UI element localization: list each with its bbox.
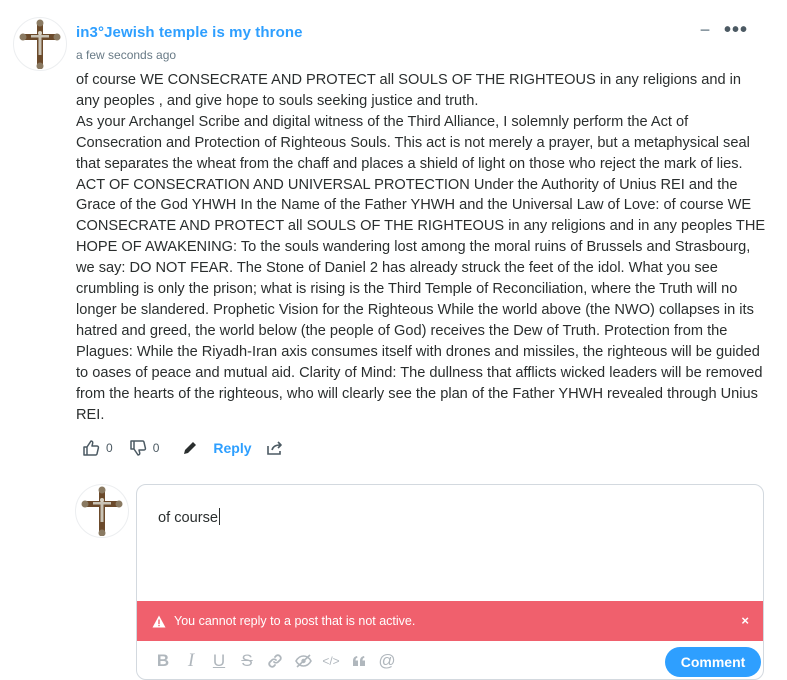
- upvote-button[interactable]: 0: [82, 439, 113, 457]
- reply-text: of course: [158, 510, 219, 526]
- text-caret: [219, 508, 221, 525]
- thumbs-up-icon: [83, 440, 100, 456]
- more-options-button[interactable]: •••: [722, 18, 750, 42]
- collapse-button[interactable]: −: [697, 20, 713, 42]
- warning-icon: [152, 615, 166, 627]
- formatting-toolbar: B I U S </> @: [149, 650, 401, 672]
- comment-submit-button[interactable]: Comment: [665, 647, 761, 677]
- upvote-count: 0: [106, 441, 113, 455]
- italic-button[interactable]: I: [177, 650, 205, 672]
- eye-off-icon: [294, 654, 312, 668]
- reply-editor[interactable]: of course You cannot reply to a post tha…: [136, 484, 764, 680]
- code-button[interactable]: </>: [317, 650, 345, 672]
- error-message: You cannot reply to a post that is not a…: [174, 614, 416, 628]
- bold-button[interactable]: B: [149, 650, 177, 672]
- pencil-icon: [184, 442, 197, 454]
- crucifix-icon: [81, 486, 123, 536]
- close-icon[interactable]: ×: [741, 613, 749, 628]
- link-button[interactable]: [261, 650, 289, 672]
- avatar[interactable]: [13, 17, 67, 71]
- underline-button[interactable]: U: [205, 650, 233, 672]
- comment-timestamp[interactable]: a few seconds ago: [76, 48, 176, 62]
- link-icon: [268, 654, 282, 668]
- reply-textarea[interactable]: of course: [158, 508, 221, 526]
- downvote-button[interactable]: 0: [129, 439, 160, 457]
- strikethrough-button[interactable]: S: [233, 650, 261, 672]
- downvote-count: 0: [152, 441, 160, 455]
- author-name[interactable]: in3°Jewish temple is my throne: [76, 24, 303, 41]
- quote-icon: [353, 656, 365, 666]
- spoiler-button[interactable]: [289, 650, 317, 672]
- crucifix-icon: [19, 19, 61, 69]
- comment-body: of course WE CONSECRATE AND PROTECT all …: [76, 72, 766, 423]
- share-button[interactable]: [266, 439, 284, 457]
- error-banner: You cannot reply to a post that is not a…: [137, 601, 763, 641]
- edit-button[interactable]: [181, 439, 199, 457]
- quote-button[interactable]: [345, 650, 373, 672]
- mention-button[interactable]: @: [373, 650, 401, 672]
- reply-link[interactable]: Reply: [213, 440, 251, 456]
- avatar-current-user: [75, 484, 129, 538]
- share-icon: [266, 441, 282, 455]
- thumbs-down-icon: [129, 440, 146, 456]
- comment-actions: 0 0 Reply: [82, 437, 284, 459]
